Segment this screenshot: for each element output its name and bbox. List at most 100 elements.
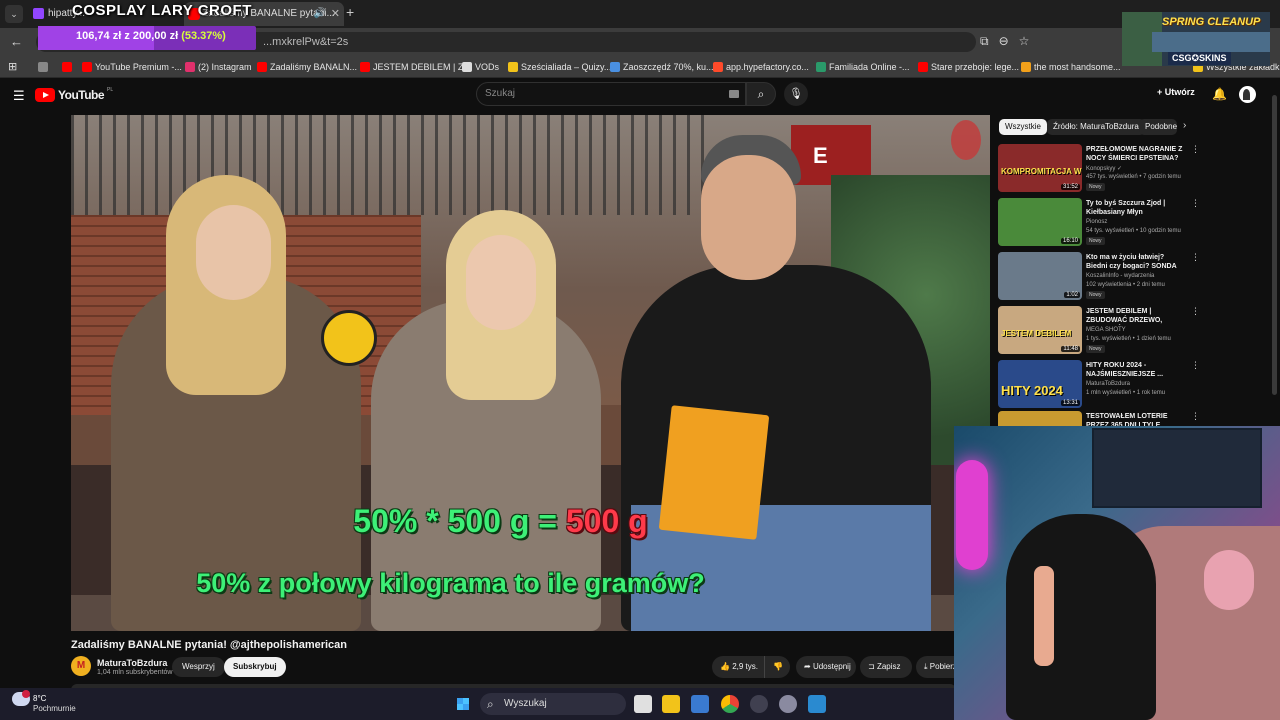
search-placeholder: Szukaj (485, 88, 516, 99)
duration: 1:02 (1064, 292, 1080, 298)
video-thumbnail[interactable]: 16:10 (998, 198, 1082, 246)
search-button[interactable]: ⌕ (746, 82, 776, 106)
recommendation-channel[interactable]: MaturaToBzdura (1086, 381, 1130, 387)
apps-grid-icon[interactable]: ⊞ (8, 60, 17, 73)
logo-text: YouTube (58, 88, 105, 102)
more-options-icon[interactable]: ⋮ (1191, 360, 1200, 371)
dislike-button[interactable]: 👎 (764, 656, 790, 678)
video-thumbnail[interactable]: 1:02 (998, 252, 1082, 300)
microphone-icon: 🎙 (789, 88, 803, 100)
recommendation-channel[interactable]: Pionosz (1086, 219, 1107, 225)
new-tab-button[interactable]: + (346, 4, 354, 20)
recommendation-item[interactable]: JESTEM DEBILEM 11:48 JESTEM DEBILEM | ZBU… (998, 306, 1278, 356)
bookmark-item[interactable]: Sześcialiada – Quizy... (508, 56, 611, 78)
bookmark-item[interactable]: YouTube Premium -... (82, 56, 182, 78)
more-options-icon[interactable]: ⋮ (1191, 306, 1200, 317)
bookmark-icon[interactable] (38, 56, 51, 78)
recommendation-item[interactable]: 16:10 Ty to byś Szczura Zjod | Kiełbasia… (998, 198, 1278, 248)
download-label: Pobierz (929, 662, 957, 671)
menu-icon[interactable]: ☰ (13, 88, 25, 104)
video-thumbnail[interactable] (998, 411, 1082, 426)
recommendation-meta: 102 wyświetlenia • 2 dni temu (1086, 282, 1165, 288)
recommendation-title[interactable]: Kto ma w życiu łatwiej? Biedni czy bogac… (1086, 253, 1186, 271)
caption-question: 50% z połowy kilograma to ile gramów? (196, 568, 705, 598)
more-options-icon[interactable]: ⋮ (1191, 411, 1200, 422)
recommendation-item[interactable]: TESTOWAŁEM LOTERIE PRZEZ 365 DNI I TYLE … (998, 411, 1278, 426)
youtube-logo[interactable]: YouTube PL (35, 87, 113, 102)
download-icon: ⤓ (924, 662, 928, 671)
app-icon[interactable] (750, 695, 768, 713)
channel-avatar[interactable]: M (71, 656, 91, 676)
recommendation-title[interactable]: TESTOWAŁEM LOTERIE PRZEZ 365 DNI I TYLE … (1086, 412, 1186, 426)
more-options-icon[interactable]: ⋮ (1191, 252, 1200, 263)
channel-name[interactable]: MaturaToBzdura (97, 658, 167, 668)
file-explorer-icon[interactable] (662, 695, 680, 713)
recommendation-channel[interactable]: MEGA SHOTY (1086, 327, 1126, 333)
page-scrollbar[interactable] (1272, 95, 1277, 395)
chevron-right-icon[interactable]: › (1183, 120, 1186, 131)
more-options-icon[interactable]: ⋮ (1191, 198, 1200, 209)
gaming-chair (1006, 514, 1156, 720)
back-icon[interactable]: ← (10, 34, 23, 49)
search-input[interactable]: Szukaj (476, 82, 746, 106)
subscribe-button[interactable]: Subskrybuj (224, 657, 286, 677)
video-thumbnail[interactable]: JESTEM DEBILEM 11:48 (998, 306, 1082, 354)
notifications-bell-icon[interactable]: 🔔 (1212, 87, 1227, 101)
share-button[interactable]: ➦ Udostępnij (796, 656, 856, 678)
task-view-icon[interactable] (634, 695, 652, 713)
new-badge: Nowy (1086, 237, 1105, 245)
recommendation-meta: 1 tys. wyświetleń • 1 dzień temu (1086, 336, 1171, 342)
bookmark-item[interactable]: Zaoszczędź 70%, ku... (610, 56, 714, 78)
create-button[interactable]: + Utwórz (1157, 87, 1195, 97)
chrome-icon[interactable] (721, 695, 739, 713)
bookmark-item[interactable]: app.hypefactory.co... (713, 56, 809, 78)
bookmark-item[interactable]: Stare przeboje: lege... (918, 56, 1019, 78)
donation-percent: (53.37%) (181, 30, 226, 42)
bookmark-item[interactable]: the most handsome... (1021, 56, 1121, 78)
recommendation-title[interactable]: PRZEŁOMOWE NAGRANIE Z NOCY ŚMIERCI EPSTE… (1086, 145, 1186, 163)
video-thumbnail[interactable]: HITY 2024 13:31 (998, 360, 1082, 408)
bookmark-item[interactable]: VODs (462, 56, 499, 78)
taskbar-search[interactable]: Wyszukaj (480, 693, 626, 715)
speaker-icon[interactable]: 🔊 (314, 2, 326, 26)
recommendation-item[interactable]: HITY 2024 13:31 HITY ROKU 2024 - NAJŚMIES… (998, 360, 1278, 410)
windows-start-icon[interactable] (455, 696, 471, 712)
recommendation-channel[interactable]: Konopskyy ✓ (1086, 165, 1122, 172)
chip-all[interactable]: Wszystkie (999, 119, 1047, 135)
new-badge: Nowy (1086, 291, 1105, 299)
store-sign-text: E (813, 143, 828, 168)
chip-source[interactable]: Źródło: MaturaToBzdura (1047, 119, 1145, 135)
bookmark-item[interactable]: Familiada Online -... (816, 56, 910, 78)
address-bar-actions[interactable]: ⧉⊖☆ (980, 34, 1039, 49)
tab-search-button[interactable]: ⌄ (5, 5, 23, 23)
video-thumbnail[interactable]: KOMPROMITACJA WOJEWÓDZKIEGO 31:52 (998, 144, 1082, 192)
save-button[interactable]: ⊐ Zapisz (860, 656, 912, 678)
recommendation-title[interactable]: HITY ROKU 2024 - NAJŚMIESZNIEJSZE ... (1086, 361, 1186, 379)
chair-stripe (1034, 566, 1054, 666)
keyboard-icon[interactable] (729, 90, 739, 98)
recommendation-item[interactable]: KOMPROMITACJA WOJEWÓDZKIEGO 31:52 PRZEŁOM… (998, 144, 1278, 194)
recommendation-title[interactable]: Ty to byś Szczura Zjod | Kiełbasiany Mły… (1086, 199, 1186, 217)
video-railing (71, 115, 711, 215)
settings-gear-icon[interactable] (779, 695, 797, 713)
store-icon[interactable] (691, 695, 709, 713)
more-options-icon[interactable]: ⋮ (1191, 144, 1200, 155)
plush-toy (1204, 550, 1254, 610)
support-button[interactable]: Wesprzyj (172, 657, 225, 677)
close-tab-icon[interactable]: ✕ (331, 2, 340, 26)
bookmark-item[interactable] (62, 56, 75, 78)
video-player[interactable]: E 50% * 500 g = 500 g 50% z połowy kilog… (71, 115, 990, 631)
voice-search-button[interactable]: 🎙 (784, 82, 808, 106)
recommendation-item[interactable]: 1:02 Kto ma w życiu łatwiej? Biedni czy … (998, 252, 1278, 302)
recommendation-title[interactable]: JESTEM DEBILEM | ZBUDOWAĆ DRZEWO, ZASADZ… (1086, 307, 1186, 325)
bookmarks-bar: ⊞ YouTube Premium -... (2) Instagram Zad… (0, 56, 1280, 78)
bookmark-item[interactable]: (2) Instagram (185, 56, 252, 78)
weather-condition[interactable]: Pochmurnie (33, 704, 76, 713)
app-icon[interactable] (808, 695, 826, 713)
chip-similar[interactable]: Podobne (1139, 119, 1177, 135)
account-avatar[interactable] (1239, 86, 1256, 103)
bookmark-item[interactable]: JESTEM DEBILEM | Z... (360, 56, 471, 78)
bookmark-item[interactable]: Zadaliśmy BANALN... (257, 56, 357, 78)
recommendation-channel[interactable]: KoszalinInfo - wydarzenia (1086, 273, 1154, 279)
temperature[interactable]: 8°C (33, 694, 46, 703)
